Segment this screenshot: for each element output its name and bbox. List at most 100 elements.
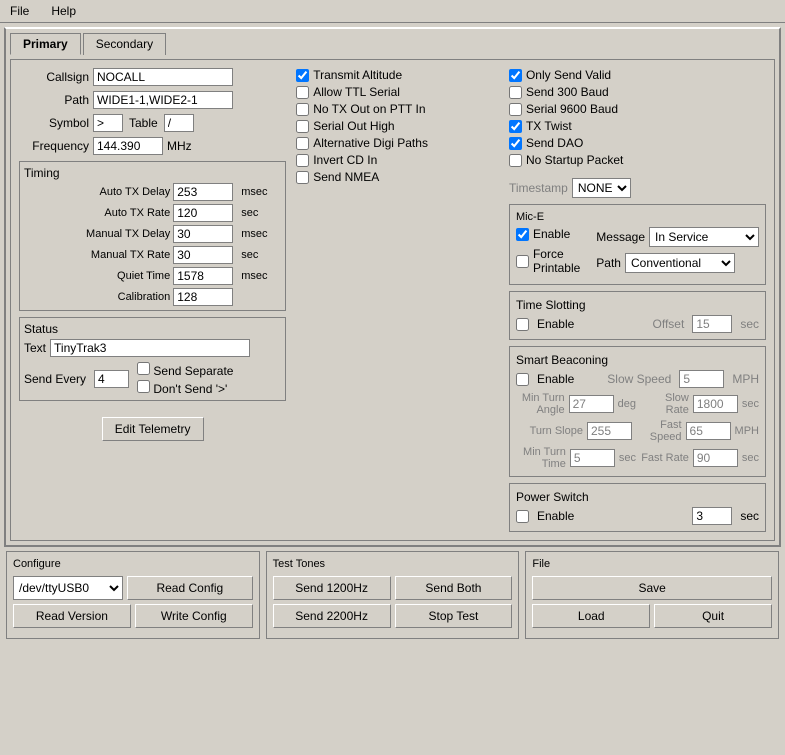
stop-test-button[interactable]: Stop Test: [395, 604, 513, 628]
serial-9600-checkbox[interactable]: [509, 103, 522, 116]
send-nmea-checkbox[interactable]: [296, 171, 309, 184]
send-2200hz-button[interactable]: Send 2200Hz: [273, 604, 391, 628]
sb-min-turn-time-row: Min Turn Time sec: [516, 446, 636, 470]
frequency-input[interactable]: [93, 137, 163, 155]
sb-fast-rate-input[interactable]: [693, 449, 738, 467]
time-slotting-title: Time Slotting: [516, 298, 759, 312]
ps-enable-checkbox[interactable]: [516, 510, 529, 523]
send-both-button[interactable]: Send Both: [395, 576, 513, 600]
transmit-altitude-checkbox[interactable]: [296, 69, 309, 82]
sb-min-turn-time-input[interactable]: [570, 449, 615, 467]
sb-turn-slope-row: Turn Slope: [516, 419, 636, 443]
no-startup-checkbox[interactable]: [509, 154, 522, 167]
send-separate-checkbox[interactable]: [137, 362, 150, 375]
sb-fast-speed-input[interactable]: [686, 422, 731, 440]
status-text-input[interactable]: [50, 339, 250, 357]
auto-tx-delay-input[interactable]: [173, 183, 233, 201]
symbol-input[interactable]: [93, 114, 123, 132]
invert-cd-checkbox[interactable]: [296, 154, 309, 167]
middle-panel: Transmit Altitude Allow TTL Serial No TX…: [296, 68, 499, 532]
sb-fast-speed-row: Fast Speed MPH: [639, 419, 759, 443]
quiet-time-input[interactable]: [173, 267, 233, 285]
configure-row1: /dev/ttyUSB0 /dev/ttyUSB1 /dev/ttyS0 Rea…: [13, 576, 253, 600]
read-config-button[interactable]: Read Config: [127, 576, 253, 600]
send-dao-checkbox[interactable]: [509, 137, 522, 150]
frequency-unit: MHz: [167, 139, 192, 153]
configure-row2: Read Version Write Config: [13, 604, 253, 628]
calibration-input[interactable]: [173, 288, 233, 306]
edit-telemetry-button[interactable]: Edit Telemetry: [102, 417, 204, 441]
time-slotting-section: Time Slotting Enable Offset sec: [509, 291, 766, 340]
sb-min-turn-angle-label: Min Turn Angle: [516, 392, 565, 416]
mic-e-enable-checkbox[interactable]: [516, 228, 529, 241]
allow-ttl-checkbox[interactable]: [296, 86, 309, 99]
sb-title: Smart Beaconing: [516, 353, 759, 367]
power-switch-section: Power Switch Enable sec: [509, 483, 766, 532]
callsign-input[interactable]: [93, 68, 233, 86]
ts-offset-input[interactable]: [692, 315, 732, 333]
device-select[interactable]: /dev/ttyUSB0 /dev/ttyUSB1 /dev/ttyS0: [13, 576, 123, 600]
path-input[interactable]: [93, 91, 233, 109]
cb-send-nmea: Send NMEA: [296, 170, 499, 184]
alt-digi-checkbox[interactable]: [296, 137, 309, 150]
ps-title: Power Switch: [516, 490, 759, 504]
timestamp-select[interactable]: NONE: [572, 178, 631, 198]
send-300-label: Send 300 Baud: [526, 85, 609, 99]
save-button[interactable]: Save: [532, 576, 772, 600]
force-printable-label: Force Printable: [533, 247, 580, 275]
tx-twist-checkbox[interactable]: [509, 120, 522, 133]
calibration-label: Calibration: [24, 291, 170, 303]
message-select[interactable]: In Service Committed Special Priority Em…: [649, 227, 759, 247]
tab-row: Primary Secondary: [10, 33, 775, 55]
sb-turn-slope-input[interactable]: [587, 422, 632, 440]
no-startup-label: No Startup Packet: [526, 153, 623, 167]
cb-only-send-valid: Only Send Valid: [509, 68, 623, 82]
cb-send-dao: Send DAO: [509, 136, 623, 150]
sb-min-turn-time-label: Min Turn Time: [516, 446, 566, 470]
dont-send-label[interactable]: Don't Send '>': [137, 380, 233, 396]
table-input[interactable]: [164, 114, 194, 132]
symbol-label: Symbol: [19, 116, 89, 130]
sb-fast-rate-row: Fast Rate sec: [639, 446, 759, 470]
send-300-checkbox[interactable]: [509, 86, 522, 99]
dont-send-checkbox[interactable]: [137, 380, 150, 393]
test-tones-title: Test Tones: [273, 558, 513, 570]
status-title: Status: [24, 322, 281, 336]
manual-tx-rate-input[interactable]: [173, 246, 233, 264]
path-select[interactable]: Conventional Wide1-1 Wide2-2: [625, 253, 735, 273]
send-1200hz-button[interactable]: Send 1200Hz: [273, 576, 391, 600]
tab-primary[interactable]: Primary: [10, 33, 81, 55]
sb-enable-checkbox[interactable]: [516, 373, 529, 386]
write-config-button[interactable]: Write Config: [135, 604, 253, 628]
ts-enable-checkbox[interactable]: [516, 318, 529, 331]
send-every-input[interactable]: [94, 370, 129, 388]
callsign-label: Callsign: [19, 70, 89, 84]
tab-secondary[interactable]: Secondary: [83, 33, 166, 55]
timestamp-row: Timestamp NONE: [509, 178, 766, 198]
manual-tx-delay-label: Manual TX Delay: [24, 228, 170, 240]
manual-tx-rate-label: Manual TX Rate: [24, 249, 170, 261]
no-tx-out-checkbox[interactable]: [296, 103, 309, 116]
sb-fast-speed-label: Fast Speed: [639, 419, 682, 443]
read-version-button[interactable]: Read Version: [13, 604, 131, 628]
manual-tx-delay-input[interactable]: [173, 225, 233, 243]
transmit-altitude-label: Transmit Altitude: [313, 68, 402, 82]
quiet-time-label: Quiet Time: [24, 270, 170, 282]
auto-tx-rate-input[interactable]: [173, 204, 233, 222]
ps-value-input[interactable]: [692, 507, 732, 525]
load-button[interactable]: Load: [532, 604, 650, 628]
quit-button[interactable]: Quit: [654, 604, 772, 628]
menu-help[interactable]: Help: [45, 2, 82, 20]
send-separate-label[interactable]: Send Separate: [137, 362, 233, 378]
path-label: Path: [19, 93, 89, 107]
sb-min-turn-angle-input[interactable]: [569, 395, 614, 413]
only-send-valid-checkbox[interactable]: [509, 69, 522, 82]
sb-fast-rate-unit: sec: [742, 452, 759, 464]
force-printable-checkbox[interactable]: [516, 255, 529, 268]
sb-slow-speed-input[interactable]: [679, 370, 724, 388]
serial-out-high-checkbox[interactable]: [296, 120, 309, 133]
file-row2: Load Quit: [532, 604, 772, 628]
menu-file[interactable]: File: [4, 2, 35, 20]
message-label: Message: [596, 230, 645, 244]
sb-slow-rate-input[interactable]: [693, 395, 738, 413]
